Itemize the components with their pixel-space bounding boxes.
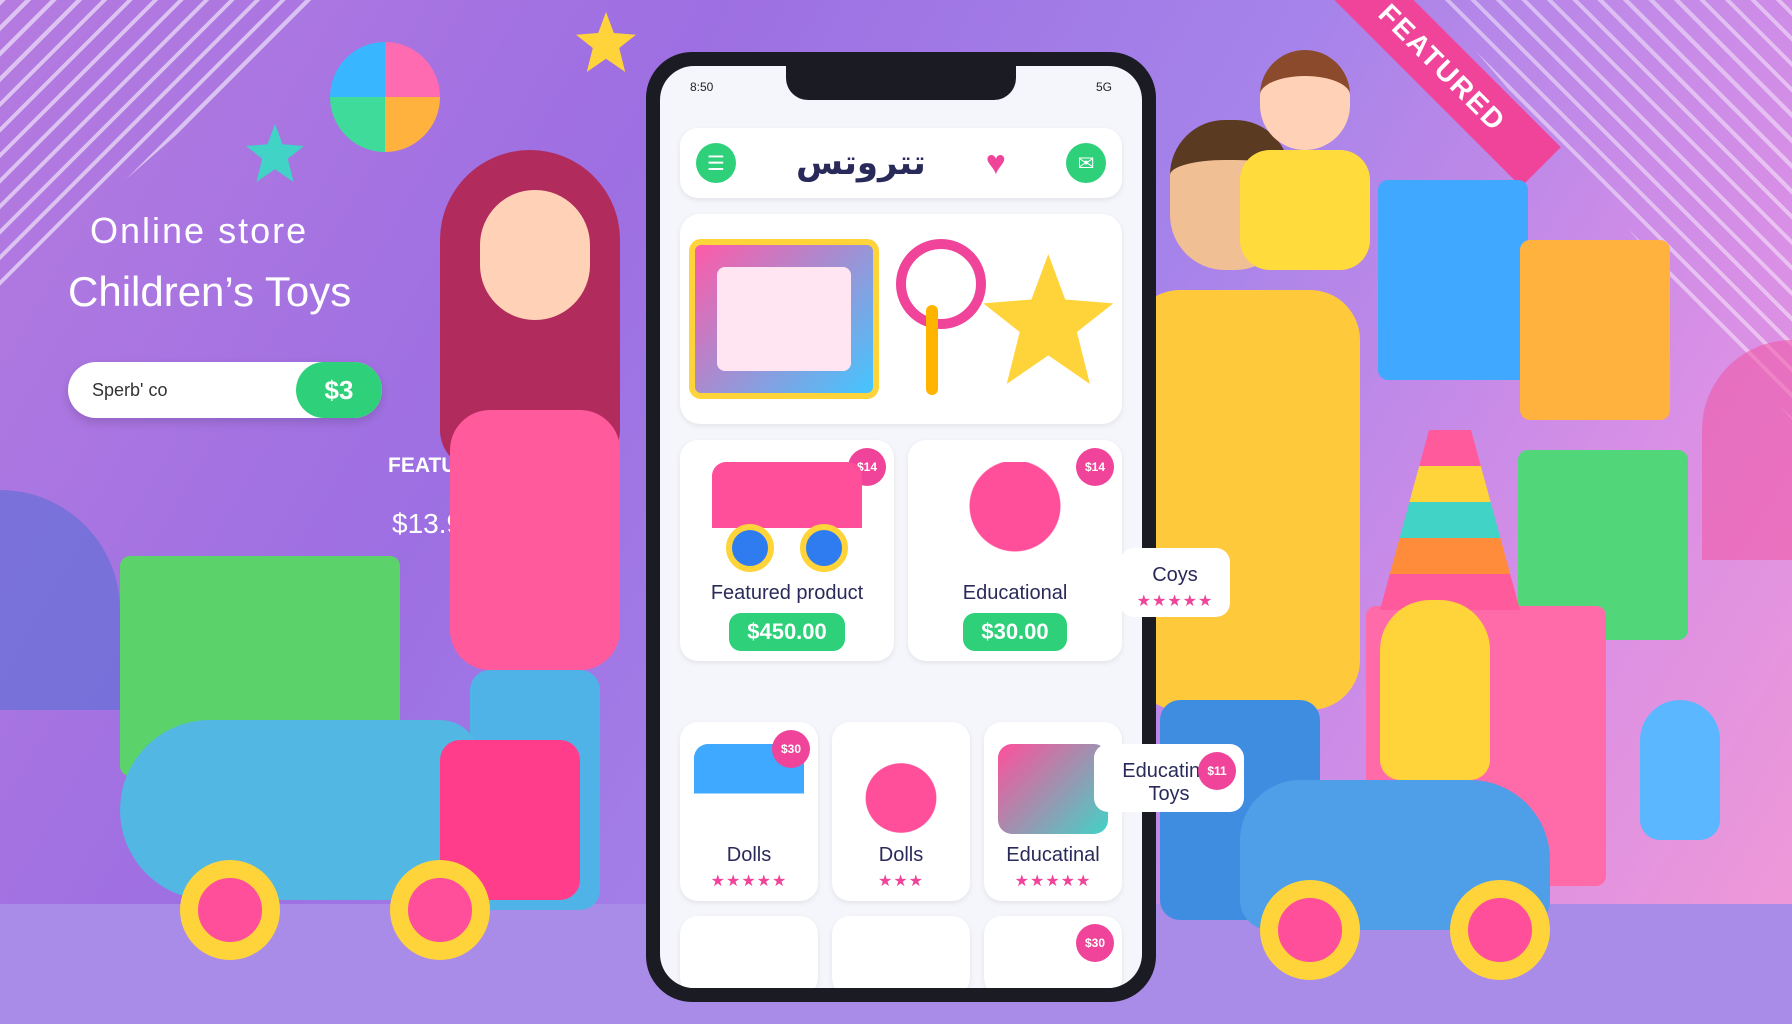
wheel [1260,880,1360,980]
menu-icon[interactable]: ☰ [696,143,736,183]
rating-stars: ★★★★★ [710,873,788,890]
shopping-bag [1378,180,1528,380]
leaf-decoration-right [1702,340,1792,560]
rattle-image [895,239,986,399]
product-name: Coys [1152,564,1198,586]
app-title: تتروتس [796,144,926,182]
toy-truck-image [712,462,862,572]
child-head [1260,50,1350,150]
product-price[interactable]: $30.00 [963,613,1067,651]
app-screen: 8:50 5G ☰ تتروتس ♥ ✉ $14 Featured produc… [660,66,1142,988]
status-time: 8:50 [690,80,714,94]
stacking-toy [1380,430,1520,610]
price-badge: $30 [1076,924,1114,962]
smartphone: 8:50 5G ☰ تتروتس ♥ ✉ $14 Featured produc… [646,52,1156,1002]
store-label: Online store [90,210,309,251]
product-card[interactable]: Dolls ★★★ [832,722,970,901]
product-grid-row3: $30 [680,916,1122,988]
product-card[interactable]: $14 Featured product $450.00 [680,440,894,661]
price-badge: $30 [772,730,810,768]
man-body [1130,290,1360,710]
rating-stars: ★★★★★ [1136,593,1214,610]
product-name: Dolls [726,844,772,866]
wheel [180,860,280,960]
child-illustration [1640,700,1720,840]
product-price[interactable]: $450.00 [729,613,845,651]
chat-icon[interactable]: ✉ [1066,143,1106,183]
doll-box-image [688,239,879,399]
wheel [1450,880,1550,980]
rating-stars: ★★★★★ [1014,873,1092,890]
toy-car-image [846,744,956,834]
product-name: Educational [962,582,1068,604]
product-card[interactable] [832,916,970,988]
store-title: Children’s Toys [68,268,352,315]
product-card[interactable]: $14 Educational $30.00 [908,440,1122,661]
child-illustration [1230,50,1380,310]
toy-bag-image [998,744,1108,834]
search-placeholder[interactable]: Sperb' co [92,380,167,401]
product-grid-row2: $30 Dolls ★★★★★ Dolls ★★★ Educatinal ★★★… [680,722,1122,901]
search-button[interactable]: $3 [296,362,382,418]
price-badge: $14 [1076,448,1114,486]
child-body [1240,150,1370,270]
wheel [390,860,490,960]
child-illustration [1380,600,1490,780]
shopping-bag [1520,240,1670,420]
status-network: 5G [1095,80,1112,94]
product-name: Educatinal [1006,844,1100,866]
status-bar: 8:50 5G [690,80,1112,94]
product-card[interactable]: $30 Dolls ★★★★★ [680,722,818,901]
star-icon [246,124,304,182]
rating-stars: ★★★ [877,873,925,890]
product-name: Featured product [710,582,864,604]
side-product-card[interactable]: Coys ★★★★★ [1120,548,1230,617]
side-product-card[interactable]: $11 Educatinal Toys [1094,744,1244,812]
product-grid-row1: $14 Featured product $450.00 $14 Educati… [680,440,1122,661]
leaf-decoration [0,490,120,710]
app-header: ☰ تتروتس ♥ ✉ [680,128,1122,198]
heart-icon[interactable]: ♥ [986,144,1006,183]
product-name: Dolls [878,844,924,866]
product-card[interactable] [680,916,818,988]
featured-product-card[interactable] [680,214,1122,424]
price-badge: $11 [1198,752,1236,790]
product-card[interactable]: $30 [984,916,1122,988]
woman-face [480,190,590,320]
star-toy-image [983,254,1114,384]
search-bar[interactable]: Sperb' co $3 [68,362,382,418]
balloon-icon [330,42,440,152]
toy-robot-image [940,462,1090,572]
star-icon [576,12,636,72]
woman-shirt [450,410,620,670]
